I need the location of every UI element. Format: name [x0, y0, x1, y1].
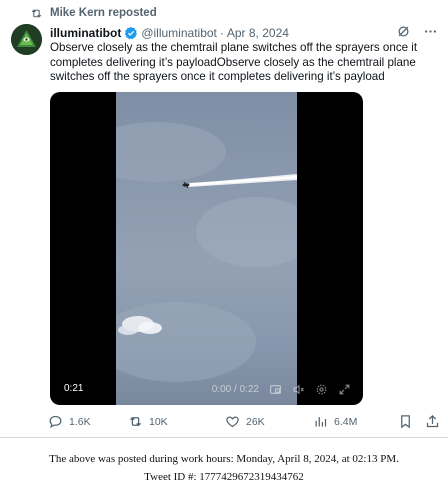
views-button[interactable]: 6.4M [313, 414, 357, 429]
author-handle[interactable]: @illuminatibot [141, 26, 217, 40]
video-frame [116, 92, 297, 405]
work-hours-note: The above was posted during work hours: … [49, 453, 399, 465]
video-elapsed: 0:21 [64, 383, 84, 394]
tweet[interactable]: Mike Kern reposted illuminatibot @illumi… [0, 0, 448, 438]
illuminati-logo-icon [11, 24, 42, 55]
fullscreen-icon[interactable] [338, 383, 351, 396]
tweet-date[interactable]: Apr 8, 2024 [227, 26, 289, 40]
views-count: 6.4M [334, 415, 358, 428]
more-icon[interactable] [423, 24, 438, 39]
avatar[interactable] [11, 24, 42, 55]
repost-icon [31, 8, 42, 18]
repost-label: Mike Kern reposted [50, 7, 157, 19]
video-controls: 0:00 / 0:22 [212, 383, 351, 396]
tweet-header: illuminatibot @illuminatibot · Apr 8, 20… [50, 24, 440, 42]
repost-button[interactable]: 10K [128, 414, 168, 429]
repost-icon [130, 416, 141, 427]
grok-icon[interactable] [396, 24, 411, 39]
pip-icon[interactable] [269, 383, 282, 396]
bookmark-button[interactable] [398, 414, 413, 429]
repost-count: 10K [149, 415, 168, 428]
verified-badge-icon [125, 26, 138, 40]
reply-button[interactable]: 1.6K [48, 414, 91, 429]
share-button[interactable] [425, 414, 440, 429]
tweet-text: Observe closely as the chemtrail plane s… [50, 41, 418, 83]
share-icon [426, 414, 439, 428]
video-position: 0:00 / 0:22 [211, 384, 259, 395]
separator-dot: · [219, 26, 224, 40]
display-name[interactable]: illuminatibot [50, 26, 121, 40]
views-icon [315, 417, 327, 427]
like-button[interactable]: 26K [225, 414, 265, 429]
settings-icon[interactable] [315, 383, 328, 396]
reply-count: 1.6K [69, 415, 91, 428]
bookmark-icon [401, 415, 410, 429]
tweet-id-note: Tweet ID #: 1777429672319434762 [144, 471, 304, 483]
like-icon [226, 416, 239, 428]
volume-icon[interactable] [292, 383, 305, 396]
reply-icon [49, 415, 62, 429]
video-player[interactable]: 0:21 0:00 / 0:22 [50, 92, 363, 405]
repost-context[interactable]: Mike Kern reposted [30, 5, 157, 21]
like-count: 26K [246, 415, 265, 428]
tweet-actions: 1.6K 10K 26K 6.4M [48, 414, 440, 434]
video-still [116, 122, 297, 382]
